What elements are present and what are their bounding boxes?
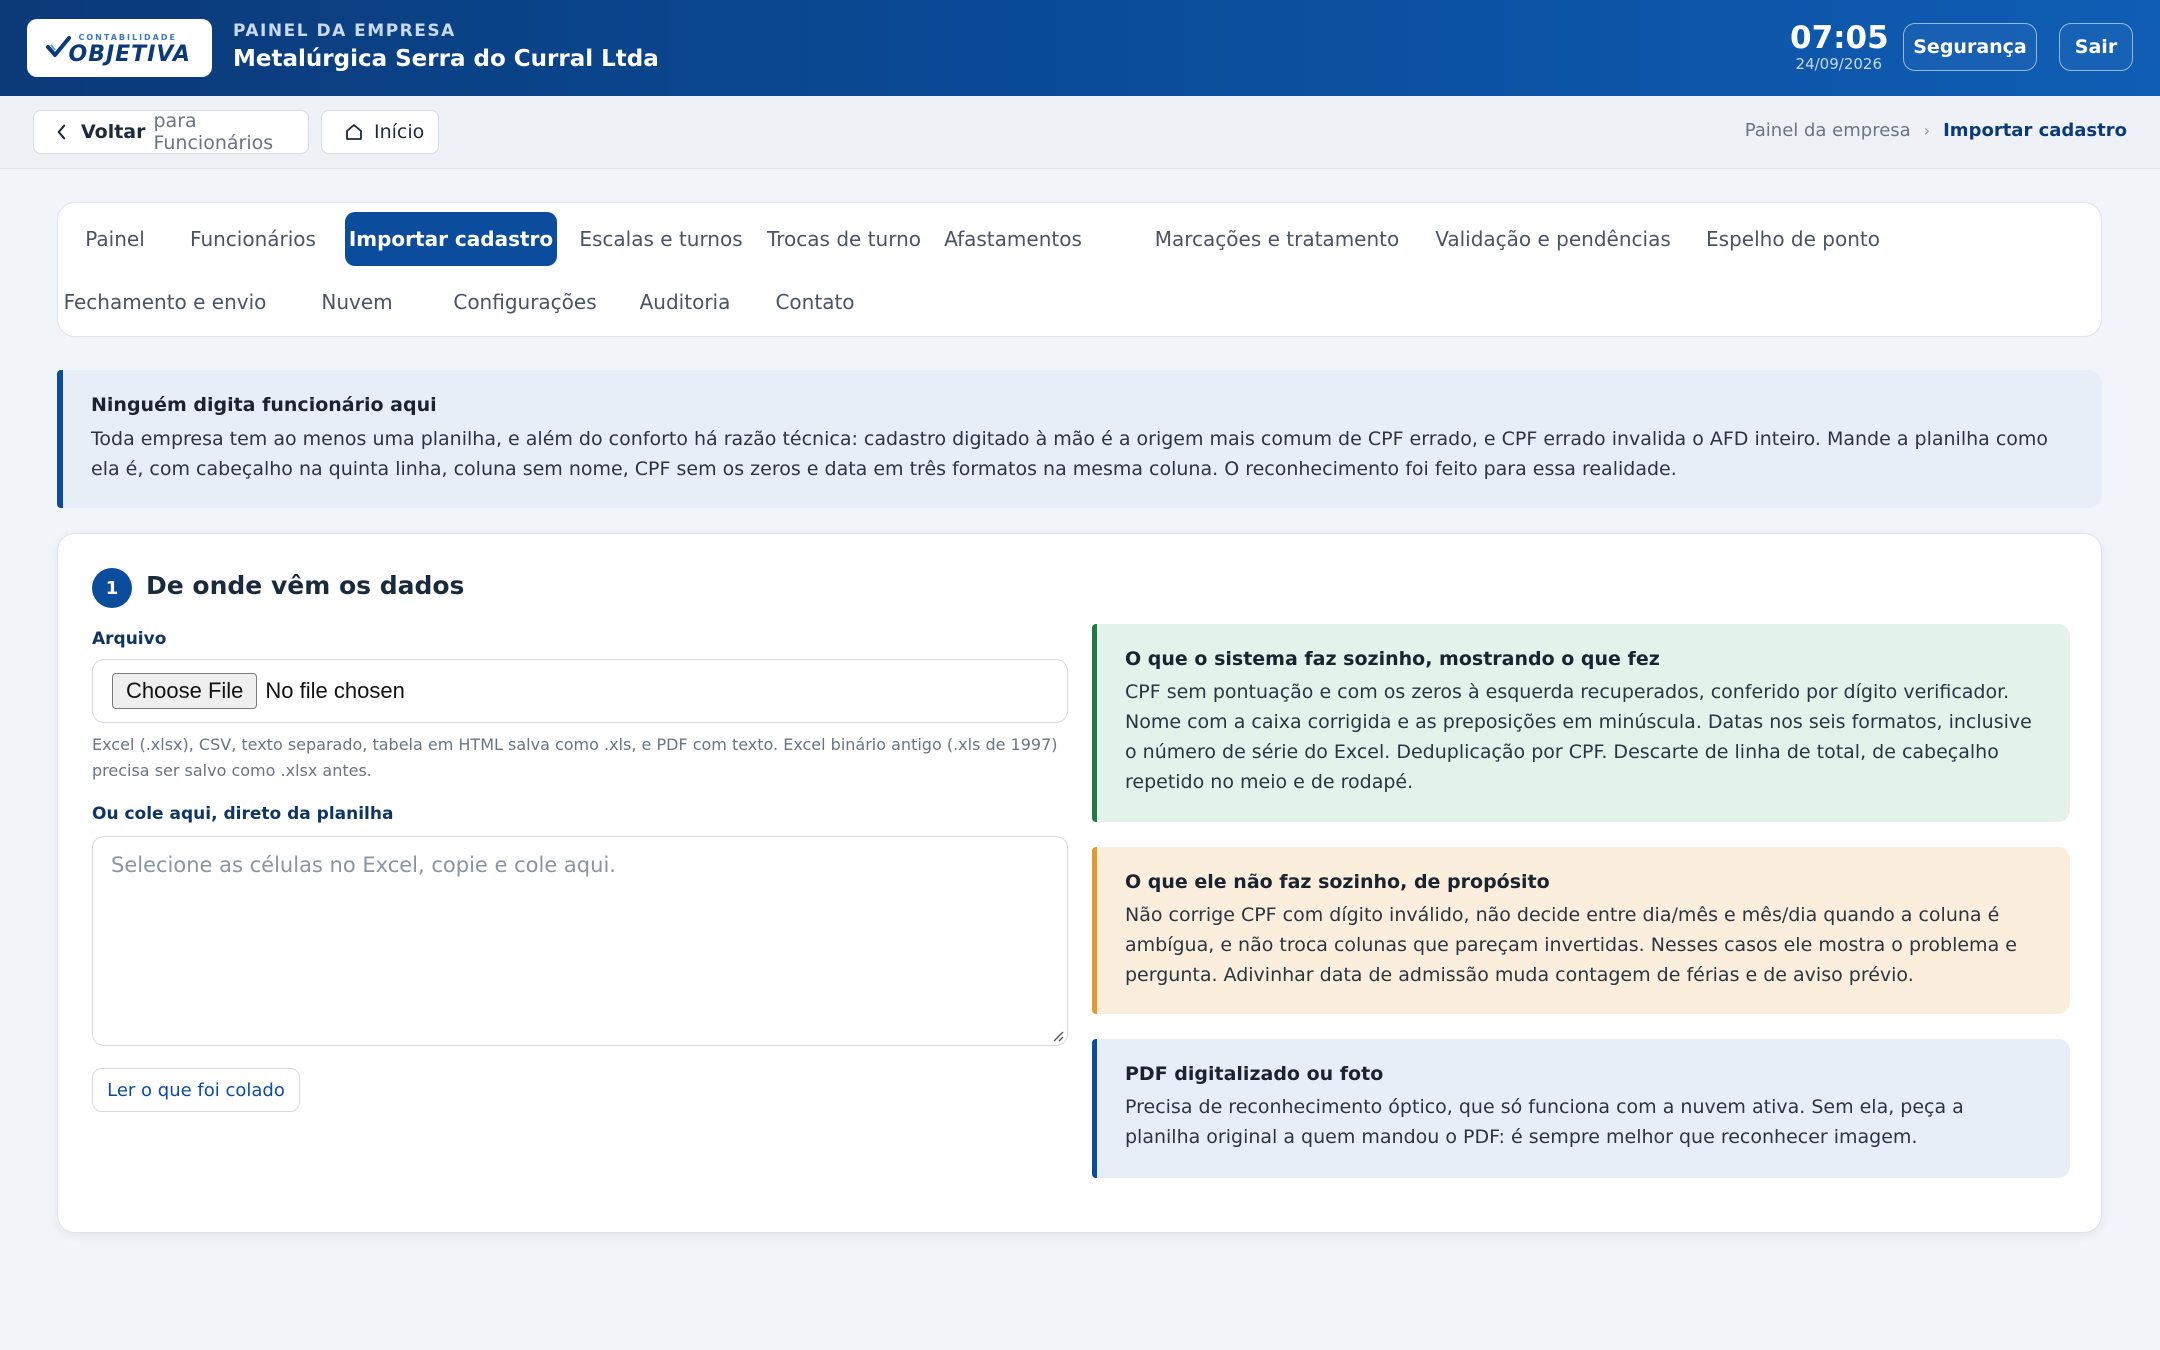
home-label: Início — [374, 121, 425, 143]
back-target: para Funcionários — [153, 110, 274, 154]
resize-handle-icon[interactable] — [1050, 1028, 1064, 1042]
intro-title: Ninguém digita funcionário aqui — [91, 394, 437, 416]
home-icon — [346, 124, 362, 140]
company-logo[interactable]: CONTABILIDADE OBJETIVA — [27, 19, 212, 77]
paste-placeholder: Selecione as células no Excel, copie e c… — [111, 853, 616, 877]
info-auto-text: CPF sem pontuação e com os zeros à esque… — [1125, 681, 2032, 793]
tab-espelho-ponto[interactable]: Espelho de ponto — [1703, 212, 1883, 266]
info-manual-text: Não corrige CPF com dígito inválido, não… — [1125, 904, 2017, 986]
logout-button[interactable]: Sair — [2059, 23, 2133, 71]
file-help-text: Excel (.xlsx), CSV, texto separado, tabe… — [92, 735, 1058, 780]
section-tabs: Painel Funcionários Importar cadastro Es… — [57, 202, 2102, 337]
info-auto-box: O que o sistema faz sozinho, mostrando o… — [1092, 624, 2070, 822]
tab-marcacoes[interactable]: Marcações e tratamento — [1152, 212, 1402, 266]
tab-contato[interactable]: Contato — [760, 275, 870, 329]
check-logo-icon — [45, 36, 71, 57]
info-manual-title: O que ele não faz sozinho, de propósito — [1125, 871, 1550, 893]
breadcrumb-separator-icon: › — [1923, 121, 1931, 140]
read-pasted-button[interactable]: Ler o que foi colado — [92, 1068, 300, 1112]
home-button[interactable]: Início — [321, 110, 439, 154]
breadcrumb: Painel da empresa › Importar cadastro — [1745, 120, 2127, 141]
back-button[interactable]: Voltar para Funcionários — [33, 110, 309, 154]
logo-subtitle: CONTABILIDADE — [78, 33, 177, 42]
paste-label: Ou cole aqui, direto da planilha — [92, 804, 394, 824]
breadcrumb-item-painel[interactable]: Painel da empresa — [1745, 120, 1911, 141]
tab-escalas-turnos[interactable]: Escalas e turnos — [574, 212, 748, 266]
info-pdf-title: PDF digitalizado ou foto — [1125, 1063, 1384, 1085]
file-input[interactable]: Choose File No file chosen — [92, 659, 1068, 723]
tab-nuvem[interactable]: Nuvem — [307, 275, 407, 329]
info-auto-title: O que o sistema faz sozinho, mostrando o… — [1125, 648, 1660, 670]
tab-auditoria[interactable]: Auditoria — [630, 275, 740, 329]
file-status: No file chosen — [265, 678, 405, 703]
tab-importar-cadastro[interactable]: Importar cadastro — [345, 212, 557, 266]
top-header: CONTABILIDADE OBJETIVA PAINEL DA EMPRESA… — [0, 0, 2160, 96]
clock-time: 07:05 — [1790, 20, 1889, 56]
step-title: De onde vêm os dados — [146, 571, 465, 600]
intro-text: Toda empresa tem ao menos uma planilha, … — [91, 428, 2049, 480]
info-manual-box: O que ele não faz sozinho, de propósito … — [1092, 847, 2070, 1014]
breadcrumb-item-current: Importar cadastro — [1943, 120, 2127, 141]
panel-kicker: PAINEL DA EMPRESA — [233, 21, 456, 41]
security-button[interactable]: Segurança — [1903, 23, 2037, 71]
tab-fechamento[interactable]: Fechamento e envio — [64, 275, 267, 329]
clock-date: 24/09/2026 — [1795, 55, 1882, 73]
tab-funcionarios[interactable]: Funcionários — [178, 212, 328, 266]
tab-afastamentos[interactable]: Afastamentos — [944, 212, 1082, 266]
tab-configuracoes[interactable]: Configurações — [437, 275, 613, 329]
logo-wordmark: OBJETIVA — [68, 42, 191, 67]
back-label: Voltar — [80, 121, 146, 143]
tab-validacao[interactable]: Validação e pendências — [1423, 212, 1683, 266]
file-label: Arquivo — [92, 629, 167, 649]
step-number-badge: 1 — [92, 568, 132, 608]
info-pdf-text: Precisa de reconhecimento óptico, que só… — [1125, 1096, 1964, 1148]
clock: 07:05 24/09/2026 — [1790, 20, 1889, 73]
tab-trocas-turno[interactable]: Trocas de turno — [766, 212, 922, 266]
intro-notice: Ninguém digita funcionário aqui Toda emp… — [57, 370, 2102, 508]
info-pdf-box: PDF digitalizado ou foto Precisa de reco… — [1092, 1039, 2070, 1178]
company-name: Metalúrgica Serra do Curral Ltda — [233, 46, 659, 72]
chevron-left-icon — [57, 124, 66, 140]
import-source-card: 1 De onde vêm os dados Arquivo Choose Fi… — [57, 533, 2102, 1233]
navigation-bar: Voltar para Funcionários Início Painel d… — [0, 96, 2160, 169]
choose-file-button[interactable]: Choose File — [112, 673, 258, 709]
tab-painel[interactable]: Painel — [65, 212, 165, 266]
paste-textarea[interactable]: Selecione as células no Excel, copie e c… — [92, 836, 1068, 1046]
